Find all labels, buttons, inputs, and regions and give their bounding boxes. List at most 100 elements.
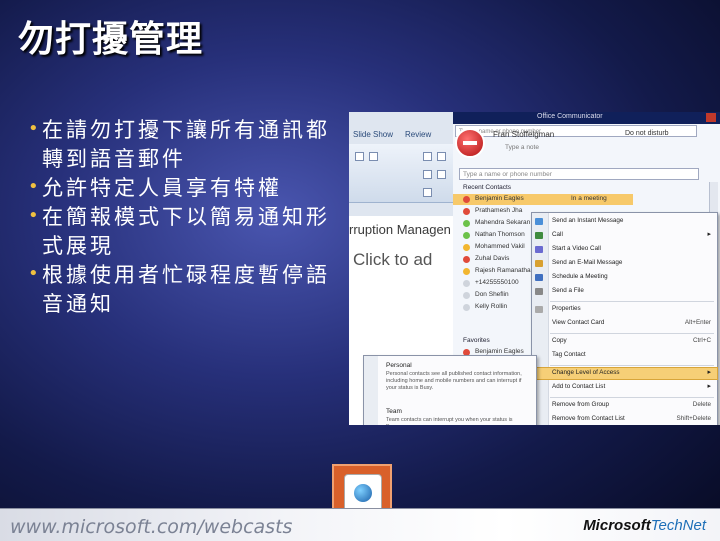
context-menu-item[interactable]: Copy Ctrl+C: [532, 336, 717, 347]
context-menu-item[interactable]: Tag Contact: [532, 350, 717, 361]
bullet-text: 允許特定人員享有特權: [42, 176, 282, 200]
embedded-screenshot: Slide Show Review rruption Managen Click…: [349, 112, 720, 425]
ppt-placeholder[interactable]: Click to ad: [353, 250, 432, 270]
menu-item-label: Start a Video Call: [552, 245, 601, 252]
submenu-icon-strip: [364, 356, 378, 425]
context-menu-item[interactable]: Send a File: [532, 286, 717, 297]
menu-item-label: View Contact Card: [552, 319, 605, 326]
presence-status-icon: [463, 208, 470, 215]
presence-status-icon: [463, 268, 470, 275]
contact-name: Mahendra Sekaran: [475, 219, 531, 226]
bullet-dot-icon: •: [28, 205, 42, 226]
submenu-arrow-icon: ▸: [707, 369, 711, 376]
contact-name: Nathan Thomson: [475, 231, 525, 238]
phone-input[interactable]: Type a name or phone number: [459, 168, 699, 180]
status-dropdown[interactable]: Do not disturb: [625, 130, 669, 137]
ribbon-icon[interactable]: [437, 152, 446, 161]
ribbon-icon[interactable]: [369, 152, 378, 161]
menu-item-shortcut: Shift+Delete: [676, 415, 711, 422]
submenu-team-desc: Team contacts can interrupt you when you…: [386, 417, 513, 425]
context-menu-item[interactable]: Properties: [532, 304, 717, 315]
menu-separator: [550, 397, 714, 398]
ppt-slide-header: rruption Managen: [349, 222, 451, 237]
contact-name: Kelly Rollin: [475, 303, 508, 310]
tab-slide-show[interactable]: Slide Show: [353, 130, 393, 139]
recent-contacts-header[interactable]: Recent Contacts: [463, 184, 511, 191]
close-icon[interactable]: [706, 113, 716, 122]
context-menu-item[interactable]: Change Level of Access ▸: [531, 367, 718, 380]
menu-item-label: Send an Instant Message: [552, 217, 624, 224]
bullet-dot-icon: •: [28, 263, 42, 284]
menu-item-label: Tag Contact: [552, 351, 586, 358]
window-title: Office Communicator: [537, 113, 603, 120]
bullet-item: • 允許特定人員享有特權: [22, 174, 342, 203]
personal-note[interactable]: Type a note: [505, 144, 539, 151]
context-menu-item[interactable]: Call ▸: [532, 230, 717, 241]
bullet-text: 根據使用者忙碌程度暫停語音通知: [42, 263, 330, 316]
menu-item-shortcut: Delete: [692, 401, 711, 408]
menu-item-shortcut: Alt+Enter: [684, 319, 711, 326]
context-menu-item[interactable]: Remove from Group Delete: [532, 400, 717, 411]
brand-text: Microsoft: [583, 517, 651, 534]
context-menu-item[interactable]: Add to Contact List ▸: [532, 382, 717, 393]
favorites-header[interactable]: Favorites: [463, 337, 490, 344]
menu-separator: [550, 301, 714, 302]
submenu-team[interactable]: Team: [386, 408, 402, 415]
contact-name: +14255550100: [475, 279, 519, 286]
presence-status-icon: [463, 280, 470, 287]
ribbon-icon[interactable]: [423, 188, 432, 197]
submenu-arrow-icon: ▸: [707, 383, 711, 390]
contact-row[interactable]: Benjamin Eagles In a meeting: [453, 194, 633, 205]
ribbon-icon[interactable]: [355, 152, 364, 161]
menu-item-shortcut: Ctrl+C: [692, 337, 711, 344]
presence-status-icon: [463, 196, 470, 203]
menu-item-icon: [535, 288, 543, 295]
menu-item-label: Send an E-Mail Message: [552, 259, 623, 266]
ppt-ribbon: [349, 144, 453, 203]
bullet-item: • 在請勿打擾下讓所有通訊都轉到語音郵件: [22, 116, 342, 174]
menu-item-label: Call: [552, 231, 563, 238]
ribbon-icon[interactable]: [437, 170, 446, 179]
contact-name: Benjamin Eagles: [475, 348, 524, 355]
context-menu-item[interactable]: Remove from Contact List Shift+Delete: [532, 414, 717, 425]
context-menu-item[interactable]: Send an E-Mail Message: [532, 258, 717, 269]
footer-bar: www.microsoft.com/webcasts MicrosoftTech…: [0, 508, 720, 541]
webcasts-url[interactable]: www.microsoft.com/webcasts: [10, 516, 292, 538]
communicator-logo-icon: [344, 474, 382, 512]
presence-status-icon: [463, 244, 470, 251]
menu-item-label: Schedule a Meeting: [552, 273, 608, 280]
communicator-titlebar: Office Communicator: [453, 112, 720, 124]
ribbon-icon[interactable]: [423, 152, 432, 161]
menu-item-icon: [535, 306, 543, 313]
ribbon-icon[interactable]: [423, 170, 432, 179]
bullet-dot-icon: •: [28, 176, 42, 197]
presence-status-icon: [463, 256, 470, 263]
menu-item-icon: [535, 260, 543, 267]
contact-name: Mohammed Vakil: [475, 243, 525, 250]
ppt-ribbon-tabs: Slide Show Review: [349, 126, 469, 144]
menu-item-label: Remove from Contact List: [552, 415, 625, 422]
menu-separator: [550, 333, 714, 334]
brand-suffix: TechNet: [650, 517, 706, 534]
menu-item-icon: [535, 218, 543, 225]
menu-item-icon: [535, 232, 543, 239]
bullet-list: • 在請勿打擾下讓所有通訊都轉到語音郵件 • 允許特定人員享有特權 • 在簡報模式下以…: [28, 116, 342, 319]
context-menu-item[interactable]: Send an Instant Message: [532, 216, 717, 227]
presence-status-icon: [463, 232, 470, 239]
context-menu-item[interactable]: Start a Video Call: [532, 244, 717, 255]
context-menu-item[interactable]: View Contact Card Alt+Enter: [532, 318, 717, 329]
bullet-text: 在簡報模式下以簡易通知形式展現: [42, 205, 330, 258]
contact-context-menu: Send an Instant Message Call ▸ Start a Vide…: [531, 212, 718, 425]
submenu-personal[interactable]: Personal: [386, 362, 412, 369]
user-name: Fran Stoffelgman: [493, 130, 555, 139]
tab-review[interactable]: Review: [405, 130, 431, 139]
menu-item-label: Copy: [552, 337, 567, 344]
menu-item-label: Change Level of Access: [552, 369, 620, 376]
contact-name: Rajesh Ramanathan: [475, 267, 535, 274]
do-not-disturb-icon[interactable]: [455, 128, 485, 158]
submenu-personal-desc: Personal contacts see all published cont…: [386, 371, 522, 391]
access-level-submenu: Personal Personal contacts see all publi…: [363, 355, 537, 425]
context-menu-item[interactable]: Schedule a Meeting: [532, 272, 717, 283]
menu-item-label: Add to Contact List: [552, 383, 606, 390]
contact-status-text: In a meeting: [571, 195, 607, 202]
